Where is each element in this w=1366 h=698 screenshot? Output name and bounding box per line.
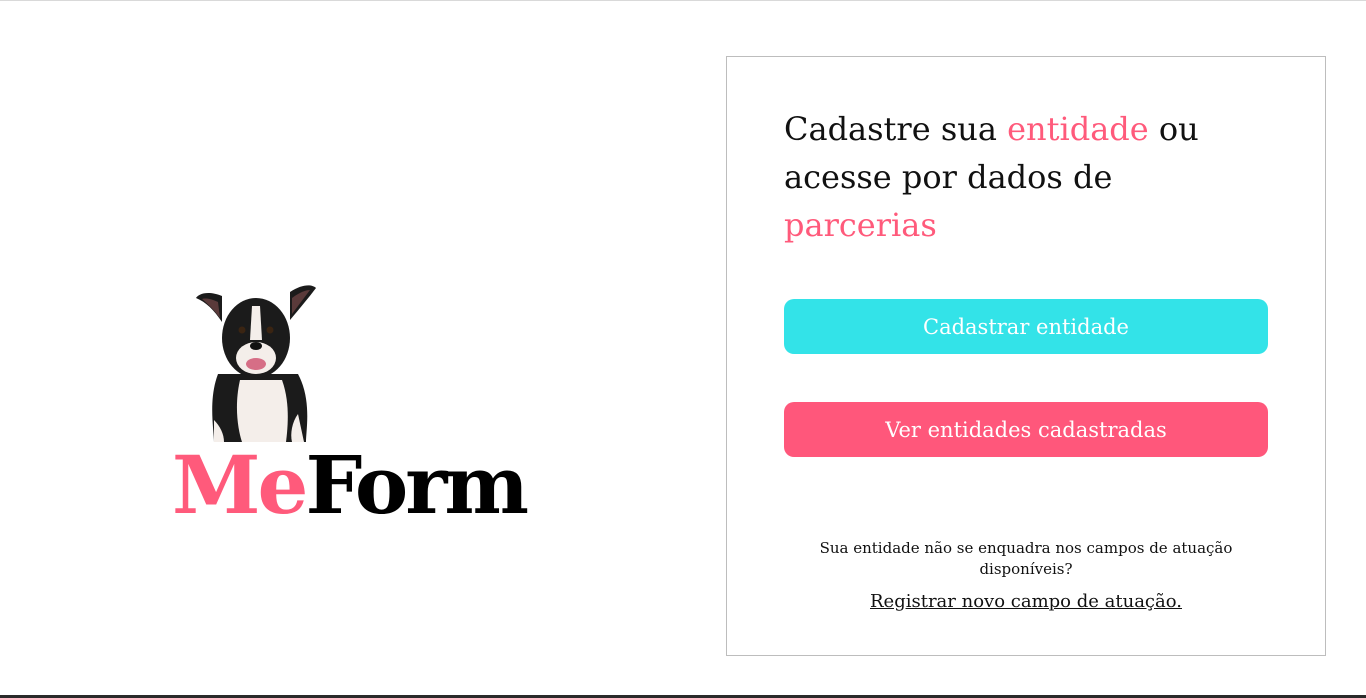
dog-mascot-image xyxy=(196,285,316,442)
meform-logo: MeForm xyxy=(172,438,529,532)
brand-area: MeForm xyxy=(160,270,530,530)
headline-text: Cadastre sua xyxy=(784,110,1008,148)
register-field-link-wrapper: Registrar novo campo de atuação. xyxy=(784,590,1268,614)
logo-suffix: Form xyxy=(305,438,529,532)
headline-accent-entity: entidade xyxy=(1007,110,1149,148)
view-entities-button[interactable]: Ver entidades cadastradas xyxy=(784,402,1268,457)
register-field-link[interactable]: Registrar novo campo de atuação. xyxy=(870,591,1182,612)
unsupported-field-note: Sua entidade não se enquadra nos campos … xyxy=(819,539,1233,578)
action-card: Cadastre sua entidade ou acesse por dado… xyxy=(726,56,1326,656)
card-headline: Cadastre sua entidade ou acesse por dado… xyxy=(784,105,1254,249)
top-divider xyxy=(0,0,1366,1)
logo-prefix: Me xyxy=(172,438,308,532)
headline-accent-partnerships: parcerias xyxy=(784,206,937,244)
register-entity-button[interactable]: Cadastrar entidade xyxy=(784,299,1268,354)
